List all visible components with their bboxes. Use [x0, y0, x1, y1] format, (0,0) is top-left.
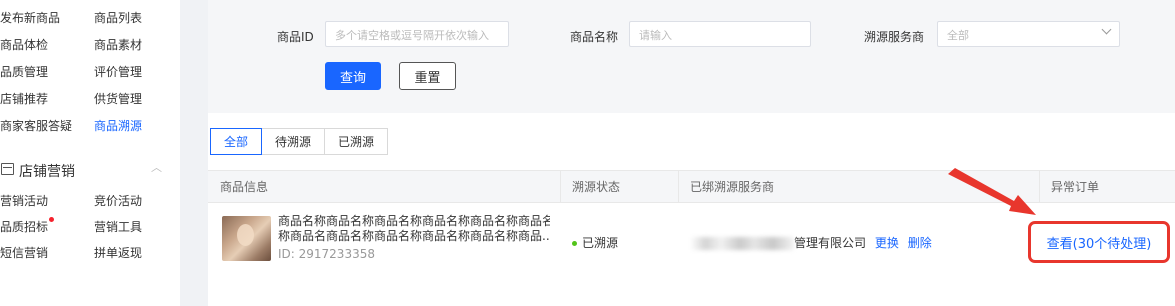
nav-item-product-check[interactable]: 商品体检 — [0, 36, 48, 53]
nav-row: 营销活动 竞价活动 — [0, 189, 180, 209]
nav-item-supply-manage[interactable]: 供货管理 — [94, 90, 142, 107]
product-thumbnail[interactable] — [222, 216, 271, 261]
nav-item-quality-manage[interactable]: 品质管理 — [0, 63, 48, 80]
status-dot-icon — [572, 241, 577, 246]
column-header-bound-provider: 已绑溯源服务商 — [690, 180, 775, 194]
product-name-input[interactable]: 请输入 — [629, 21, 811, 47]
notification-dot — [49, 217, 55, 222]
column-header-abnormal-orders: 异常订单 — [1051, 180, 1100, 194]
nav-item-marketing-tools[interactable]: 营销工具 — [94, 218, 142, 235]
nav-row: 店铺推荐 供货管理 — [0, 87, 180, 107]
nav-item-product-trace[interactable]: 商品溯源 — [94, 117, 142, 134]
trace-status: 已溯源 — [572, 234, 618, 251]
nav-item-marketing-activity[interactable]: 营销活动 — [0, 192, 48, 209]
nav-row: 品质管理 评价管理 — [0, 60, 180, 80]
column-header-product-info: 商品信息 — [220, 180, 269, 194]
change-provider-link[interactable]: 更换 — [875, 236, 899, 250]
reset-button[interactable]: 重置 — [399, 62, 456, 90]
trace-table: 商品信息 溯源状态 已绑溯源服务商 异常订单 商品名称商品名称商品名称商品名称商… — [208, 170, 1175, 306]
column-header-trace-status: 溯源状态 — [572, 180, 621, 194]
nav-item-bidding-activity[interactable]: 竞价活动 — [94, 192, 142, 209]
nav-row: 发布新商品 商品列表 — [0, 6, 180, 26]
nav-item-customer-service-qa[interactable]: 商家客服答疑 — [0, 117, 72, 134]
nav-row: 短信营销 拼单返现 — [0, 241, 180, 261]
product-id-input[interactable]: 多个请空格或逗号隔开依次输入 — [325, 21, 509, 47]
trace-provider-select[interactable]: 全部 — [937, 21, 1120, 47]
provider-name: 管理有限公司 — [794, 236, 867, 250]
product-name-label: 商品名称 — [570, 30, 619, 44]
chevron-down-icon — [1101, 24, 1112, 35]
nav-item-sms-marketing[interactable]: 短信营销 — [0, 244, 48, 261]
view-abnormal-orders-link[interactable]: 查看(30个待处理) — [1047, 233, 1152, 252]
nav-item-publish-product[interactable]: 发布新商品 — [0, 9, 60, 26]
product-name-line: 称商品名商品名称商品名称商品名称商品名称商品... — [278, 229, 550, 243]
nav-row: 商家客服答疑 商品溯源 — [0, 114, 180, 134]
product-name-line: 商品名称商品名称商品名称商品名称商品名称商品名 — [278, 214, 550, 228]
section-title: 店铺营销 — [19, 164, 75, 180]
status-tabs: 全部 待溯源 已溯源 — [210, 128, 389, 155]
nav-item-shop-recommend[interactable]: 店铺推荐 — [0, 90, 48, 107]
tab-all[interactable]: 全部 — [210, 128, 263, 155]
nav-row: 商品体检 商品素材 — [0, 33, 180, 53]
sidebar: 发布新商品 商品列表 商品体检 商品素材 品质管理 评价管理 店铺推荐 供货管理… — [0, 0, 180, 306]
bound-provider: 管理有限公司 更换 删除 — [690, 234, 932, 251]
shop-icon — [1, 163, 14, 175]
product-id-label: 商品ID — [277, 30, 314, 44]
chevron-up-icon[interactable]: ︿ — [151, 159, 162, 175]
tab-pending-trace[interactable]: 待溯源 — [261, 128, 326, 155]
nav-item-product-material[interactable]: 商品素材 — [94, 36, 142, 53]
nav-item-review-manage[interactable]: 评价管理 — [94, 63, 142, 80]
nav-item-quality-bidding[interactable]: 品质招标 — [0, 217, 55, 235]
section-shop-marketing[interactable]: 店铺营销 ︿ — [0, 158, 180, 182]
product-name[interactable]: 商品名称商品名称商品名称商品名称商品名称商品名 称商品名商品名称商品名称商品名称… — [278, 214, 550, 244]
redacted-text — [690, 237, 794, 250]
sidebar-gutter — [180, 0, 208, 306]
tab-traced[interactable]: 已溯源 — [324, 128, 389, 155]
nav-item-label: 品质招标 — [0, 220, 49, 234]
trace-status-text: 已溯源 — [582, 236, 619, 250]
trace-provider-label: 溯源服务商 — [864, 30, 925, 44]
table-row: 商品名称商品名称商品名称商品名称商品名称商品名 称商品名商品名称商品名称商品名称… — [208, 203, 1175, 306]
search-button[interactable]: 查询 — [325, 62, 381, 90]
trace-provider-value: 全部 — [947, 29, 969, 42]
highlight-box: 查看(30个待处理) — [1028, 221, 1170, 263]
nav-item-product-list[interactable]: 商品列表 — [94, 9, 142, 26]
table-header: 商品信息 溯源状态 已绑溯源服务商 异常订单 — [208, 170, 1175, 203]
product-id: ID: 2917233358 — [278, 247, 375, 261]
main-content: 商品ID 多个请空格或逗号隔开依次输入 商品名称 请输入 溯源服务商 全部 查询… — [208, 0, 1175, 306]
filter-panel: 商品ID 多个请空格或逗号隔开依次输入 商品名称 请输入 溯源服务商 全部 查询… — [208, 0, 1175, 113]
nav-row: 品质招标 营销工具 — [0, 215, 180, 235]
nav-item-group-cashback[interactable]: 拼单返现 — [94, 244, 142, 261]
delete-provider-link[interactable]: 删除 — [908, 236, 932, 250]
